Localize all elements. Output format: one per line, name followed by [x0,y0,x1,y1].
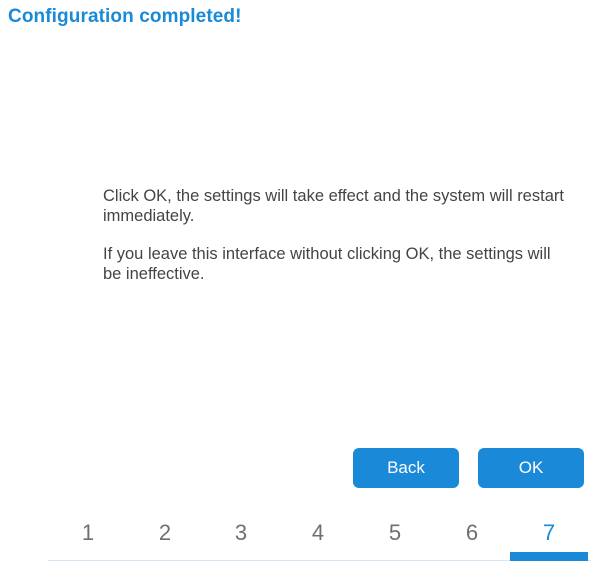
restart-notice: Click OK, the settings will take effect … [103,187,564,225]
step-1[interactable]: 1 [49,518,127,548]
page-title: Configuration completed! [8,6,242,27]
leave-warning: If you leave this interface without clic… [103,245,551,283]
step-navigation: 1 2 3 4 5 6 7 [48,518,591,561]
step-6[interactable]: 6 [433,518,511,548]
back-button[interactable]: Back [353,448,459,488]
active-step-indicator [510,552,588,561]
step-2[interactable]: 2 [126,518,204,548]
message-block: Click OK, the settings will take effect … [103,186,565,284]
step-3[interactable]: 3 [202,518,280,548]
step-4[interactable]: 4 [279,518,357,548]
step-7[interactable]: 7 [510,518,588,548]
ok-button[interactable]: OK [478,448,584,488]
step-5[interactable]: 5 [356,518,434,548]
